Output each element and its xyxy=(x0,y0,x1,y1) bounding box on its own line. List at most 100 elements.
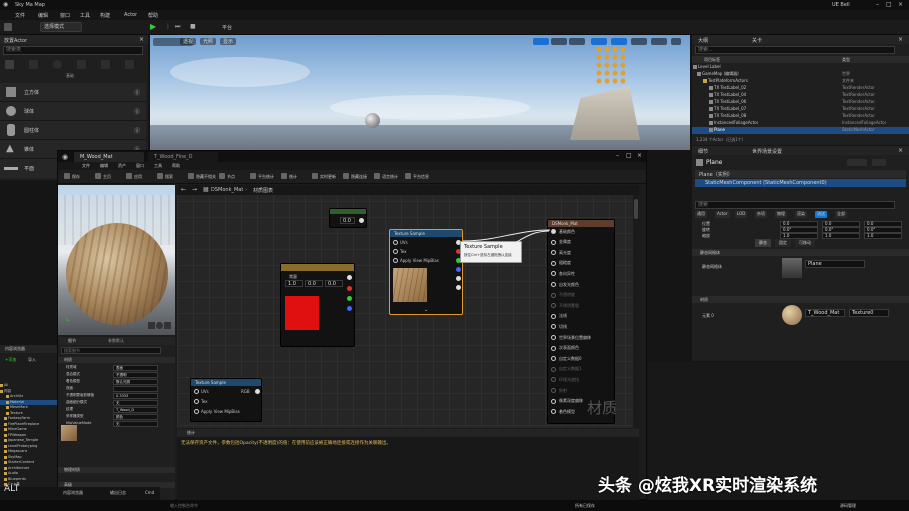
texture-sample-node-2[interactable]: Texture Sample UVs Tex Apply View MipBia… xyxy=(190,378,262,422)
source-control[interactable]: 源码管理 xyxy=(840,503,856,509)
details-filter-tab[interactable]: Actor xyxy=(715,211,730,218)
tab-lights[interactable] xyxy=(29,60,38,69)
mesh-thumbnail[interactable] xyxy=(782,258,802,278)
step-icon[interactable]: ⏭ xyxy=(175,23,180,31)
close-details-icon[interactable]: × xyxy=(898,147,903,154)
snap-grid-icon[interactable] xyxy=(591,38,607,45)
toolbar-button[interactable]: 平台信息 xyxy=(413,174,435,180)
menu-help[interactable]: 帮助 xyxy=(148,12,158,19)
me-menu-item[interactable]: 文件 xyxy=(82,163,90,169)
cmd-button[interactable]: Cmd xyxy=(145,490,154,495)
outliner-row[interactable]: TX TestLabel_04 TextRenderActor xyxy=(692,92,909,99)
me-menu-item[interactable]: 编辑 xyxy=(100,163,108,169)
menu-tools[interactable]: 工具 xyxy=(80,12,90,19)
folder-tree-item[interactable]: MeshMark xyxy=(0,405,57,410)
maximize-icon[interactable]: □ xyxy=(886,1,892,8)
toolbar-button[interactable]: 节点 xyxy=(227,174,249,180)
mat-section-physical[interactable]: 物理材质 xyxy=(58,467,175,473)
folder-tree-item[interactable]: All xyxy=(0,383,57,388)
toolbar-button[interactable]: 平台统计 xyxy=(258,174,280,180)
folder-tree-item[interactable]: FirePlaceFireplace xyxy=(0,422,57,427)
folder-tree-item[interactable]: FantasyFarm xyxy=(0,416,57,421)
folder-tree-item[interactable]: Texture xyxy=(0,411,57,416)
folder-tree-item[interactable]: ArchViz xyxy=(0,394,57,399)
toolbar-button[interactable]: 搜索 xyxy=(165,174,187,180)
folder-tree-item[interactable]: FPWeapon xyxy=(0,433,57,438)
translate-icon[interactable] xyxy=(533,38,549,45)
material-tab[interactable]: M_Wood_Mat xyxy=(74,152,144,162)
me-menu-item[interactable]: 帮助 xyxy=(172,163,180,169)
outliner-search-input[interactable]: 搜索... xyxy=(695,46,895,54)
mat-row-value[interactable]: 无 xyxy=(113,400,158,406)
mesh-picker[interactable]: Plane xyxy=(805,260,865,268)
search-classes-input[interactable]: 搜索类 xyxy=(3,46,143,55)
details-filter-tab[interactable]: 全部 xyxy=(835,211,847,218)
play-icon[interactable]: ▶ xyxy=(150,22,156,31)
mat-row-value[interactable]: 0.3333 xyxy=(113,393,158,399)
outliner-row[interactable]: TX TestLabel_07 TextRenderActor xyxy=(692,106,909,113)
maximize-viewport-icon[interactable] xyxy=(671,38,681,45)
toolbar-button[interactable]: 保存 xyxy=(72,174,94,180)
folder-tree-item[interactable]: StarterContent xyxy=(0,460,57,465)
static-mesh-section[interactable]: 静态网格体 xyxy=(692,249,909,256)
content-drawer-button[interactable]: 内容浏览器 xyxy=(63,490,83,496)
graph-scrollbar[interactable] xyxy=(633,195,639,428)
folder-tree-item[interactable]: LevelPrototyping xyxy=(0,444,57,449)
preview-sphere-icon[interactable] xyxy=(156,322,163,329)
output-log-button[interactable]: 输出日志 xyxy=(110,490,126,496)
folder-tree-item[interactable]: Japanese_Temple xyxy=(0,438,57,443)
toolbar-button[interactable]: 隐藏连接 xyxy=(351,174,373,180)
materials-section[interactable]: 材质 xyxy=(692,296,909,303)
col-label[interactable]: 项目标签 xyxy=(704,57,720,63)
details-filter-tab[interactable]: 物理 xyxy=(775,211,787,218)
mat-row-value[interactable]: 无 xyxy=(113,421,158,427)
close-outliner-icon[interactable]: × xyxy=(898,36,903,43)
folder-tree-item[interactable]: Audio xyxy=(0,471,57,476)
camera-speed-icon[interactable] xyxy=(651,38,667,45)
outliner-row[interactable]: TX TestLabel_06 TextRenderActor xyxy=(692,99,909,106)
mat-section-material[interactable]: 材质 xyxy=(58,357,175,363)
stop-icon[interactable]: ■ xyxy=(190,23,196,30)
material-picker[interactable]: T_Wood_Mat xyxy=(805,309,845,317)
mat-row-value[interactable] xyxy=(113,386,158,392)
scale-icon[interactable] xyxy=(569,38,585,45)
platforms-button[interactable]: 平台 xyxy=(222,24,232,31)
me-menu-item[interactable]: 窗口 xyxy=(136,163,144,169)
outliner-row[interactable]: TX TestLabel_08 TextRenderActor xyxy=(692,113,909,120)
viewport-lit[interactable]: 光照 xyxy=(200,38,217,45)
actor-item-cylinder[interactable]: 圆柱体 ⓪ xyxy=(0,121,146,140)
details-filter-tab[interactable]: 通用 xyxy=(695,211,707,218)
details-filter-tab[interactable]: LOD xyxy=(735,211,748,218)
outliner-row[interactable]: TestPlateformActors 文件夹 xyxy=(692,78,909,85)
material-graph[interactable]: ← → ▦ DSMonk_Mat › 材质图表 0.0 常量 1.0 0.0 0… xyxy=(177,185,639,428)
menu-edit[interactable]: 编辑 xyxy=(38,12,48,19)
blueprint-button[interactable] xyxy=(872,159,886,166)
outliner-row[interactable]: Plane StaticMeshActor xyxy=(692,127,909,134)
material-thumbnail[interactable] xyxy=(782,305,802,325)
texture-tab[interactable]: T_Wood_Fine_D xyxy=(148,152,218,162)
add-button[interactable]: +添加 xyxy=(5,357,16,363)
actor-item-cube[interactable]: 立方体 ⓪ xyxy=(0,83,146,102)
info-icon[interactable]: ⓪ xyxy=(134,126,140,135)
tab-shapes[interactable] xyxy=(53,60,62,69)
me-menu-item[interactable]: 资产 xyxy=(118,163,126,169)
tex2-tex-pin[interactable] xyxy=(194,399,199,404)
viewport-mode[interactable]: 透视 xyxy=(180,38,197,45)
col-type[interactable]: 类型 xyxy=(842,57,850,63)
mat-row-value[interactable]: 默认光照 xyxy=(113,379,158,385)
add-component-button[interactable] xyxy=(847,159,867,166)
folder-tree-item[interactable]: Megascans xyxy=(0,449,57,454)
levels-tab[interactable]: 关卡 xyxy=(752,37,762,44)
details-filter-tab[interactable]: 流送 xyxy=(815,211,827,218)
mat-row-value[interactable]: T_Wood_D xyxy=(113,407,158,413)
stats-tab[interactable]: 统计 xyxy=(187,430,195,436)
minimize-icon[interactable]: – xyxy=(876,1,879,8)
toolbar-button[interactable]: 语言统计 xyxy=(382,174,404,180)
snap-rotation-icon[interactable] xyxy=(611,38,627,45)
menu-file[interactable]: 文件 xyxy=(15,12,25,19)
level-viewport[interactable]: 透视 光照 显示 xyxy=(150,35,690,150)
toolbar-button[interactable]: 应用 xyxy=(134,174,156,180)
toolbar-button[interactable]: 统计 xyxy=(289,174,311,180)
material-extra-field[interactable]: Texture0 xyxy=(849,309,889,317)
mat-row-value[interactable]: 颜色 xyxy=(113,414,158,420)
